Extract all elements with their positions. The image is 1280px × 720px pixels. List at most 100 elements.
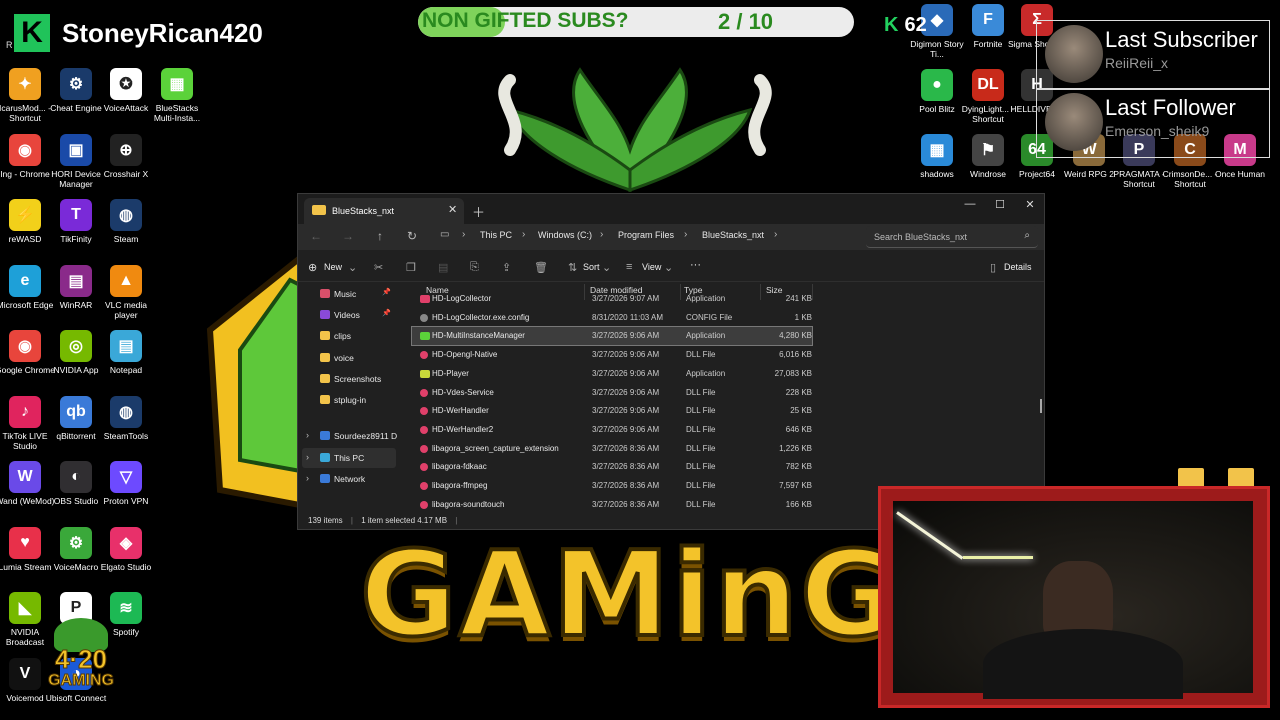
- qbittorrent-icon: qb: [60, 395, 92, 428]
- table-row[interactable]: HD-Vdes-Service 3/27/2026 9:06 AM DLL File…: [412, 384, 812, 402]
- kick-logo-icon: K: [14, 14, 50, 52]
- table-row[interactable]: HD-Opengl-Native 3/27/2026 9:06 AM DLL Fil…: [412, 346, 812, 364]
- new-tab-button[interactable]: ＋: [472, 202, 485, 221]
- breadcrumb-this-pc[interactable]: This PC: [480, 230, 512, 240]
- breadcrumb-windows-c[interactable]: Windows (C:): [538, 230, 592, 240]
- share-icon[interactable]: ⇪: [502, 261, 511, 274]
- tab-bluestacks-nxt[interactable]: BlueStacks_nxt ✕: [304, 198, 464, 224]
- folder-icon[interactable]: [1228, 468, 1254, 488]
- table-row[interactable]: HD-LogCollector.exe.config 8/31/2020 11:0…: [412, 309, 812, 327]
- desktop-shortcut-steam[interactable]: ◍ Steam: [95, 199, 157, 244]
- table-row[interactable]: HD-WerHandler2 3/27/2026 9:06 AM DLL File 6…: [412, 421, 812, 439]
- breadcrumb-bluestacks-nxt[interactable]: BlueStacks_nxt: [702, 230, 764, 240]
- table-row[interactable]: libagora-fdkaac 3/27/2026 8:36 AM DLL File…: [412, 458, 812, 476]
- delete-icon[interactable]: 🗑: [534, 261, 548, 274]
- nav-item-clips[interactable]: clips: [302, 326, 396, 346]
- folder-icon[interactable]: [1178, 468, 1204, 488]
- kick-followers: K 62: [884, 14, 927, 37]
- vlc-icon: ▲: [110, 264, 142, 297]
- file-date: 3/27/2026 8:36 AM: [592, 443, 660, 453]
- folder-icon: [320, 352, 330, 362]
- nav-item-videos[interactable]: Videos 📌: [302, 305, 396, 325]
- details-button[interactable]: Details: [1004, 262, 1032, 272]
- table-row[interactable]: libagora_screen_capture_extension 3/27/20…: [412, 440, 812, 458]
- refresh-button[interactable]: ↻: [404, 229, 420, 243]
- pin-icon: 📌: [382, 310, 391, 318]
- more-options-button[interactable]: ···: [690, 259, 701, 271]
- logo-bottom-text: GAMING: [48, 672, 115, 690]
- subs-goal-label: NON GIFTED SUBS?: [422, 9, 629, 32]
- table-row[interactable]: HD-LogCollector 3/27/2026 9:07 AM Applicat…: [412, 290, 812, 308]
- folder-icon: [312, 205, 326, 215]
- new-button[interactable]: New: [324, 262, 342, 272]
- file-type: DLL File: [686, 424, 716, 434]
- cut-icon[interactable]: ✂: [374, 261, 383, 274]
- table-row[interactable]: libagora-soundtouch 3/27/2026 8:36 AM DLL …: [412, 496, 812, 512]
- breadcrumb-program-files[interactable]: Program Files: [618, 230, 674, 240]
- back-button[interactable]: ←: [308, 229, 324, 243]
- table-row[interactable]: HD-MultiInstanceManager 3/27/2026 9:06 AM…: [411, 326, 813, 347]
- nvidia-icon: ◎: [60, 330, 92, 362]
- nav-item-network[interactable]: › Network: [302, 469, 396, 489]
- chevron-right-icon[interactable]: ›: [306, 473, 309, 483]
- icarus-icon: ✦: [9, 68, 41, 100]
- desktop-shortcut-crosshair-x[interactable]: ⊕ Crosshair X: [95, 133, 157, 179]
- file-date: 3/27/2026 8:36 AM: [592, 481, 660, 490]
- crosshair-icon: ⊕: [110, 133, 142, 166]
- desktop-shortcut-proton-vpn[interactable]: ▽ Proton VPN: [95, 461, 157, 506]
- view-button[interactable]: View: [642, 262, 661, 272]
- maximize-button[interactable]: ☐: [988, 198, 1012, 211]
- sort-button[interactable]: Sort: [583, 262, 600, 272]
- minimize-button[interactable]: —: [958, 198, 982, 210]
- nav-item-music[interactable]: Music 📌: [302, 284, 396, 304]
- chrome-icon: ◉: [9, 133, 41, 166]
- address-bar[interactable]: ▭ › This PC › Windows (C:) › Program Fil…: [432, 225, 858, 247]
- desktop-shortcut-label: Proton VPN: [103, 496, 149, 506]
- rename-icon[interactable]: ⎘: [470, 261, 479, 274]
- chevron-right-icon[interactable]: ›: [306, 452, 309, 462]
- nav-item-screenshots[interactable]: Screenshots: [302, 369, 396, 389]
- search-box[interactable]: Search BlueStacks_nxt ⌕: [866, 226, 1038, 248]
- desktop-shortcut-steamtools[interactable]: ◍ SteamTools: [95, 395, 157, 441]
- selection-info: 1 item selected 4.17 MB: [361, 516, 448, 525]
- nav-item-this-pc[interactable]: › This PC: [302, 447, 396, 468]
- desktop-shortcut-bluestacks-multi-insta[interactable]: ▦ BlueStacks Multi-Insta...: [146, 68, 208, 123]
- obs-icon: ◐: [60, 461, 92, 493]
- music-folder-icon: [320, 289, 330, 298]
- voiceattack-icon: ✪: [110, 68, 142, 100]
- column-divider[interactable]: [812, 284, 813, 300]
- file-name: libagora-fdkaac: [432, 462, 487, 472]
- close-tab-icon[interactable]: ✕: [448, 203, 457, 216]
- file-name: HD-Vdes-Service: [432, 387, 494, 397]
- brand-r-label: R: [6, 40, 13, 50]
- dll-file-icon: [420, 388, 428, 397]
- up-button[interactable]: ↑: [372, 229, 388, 243]
- nav-item-stplug-in[interactable]: stplug-in: [302, 390, 396, 410]
- dll-file-icon: [420, 482, 428, 490]
- desktop-shortcut-notepad[interactable]: ▤ Notepad: [95, 330, 157, 375]
- title-bar: BlueStacks_nxt ✕ ＋ — ☐ ✕: [298, 194, 1044, 224]
- forward-button[interactable]: →: [340, 229, 356, 243]
- plus-icon: ⊕: [308, 262, 318, 274]
- network-icon: [320, 474, 330, 483]
- table-row[interactable]: HD-WerHandler 3/27/2026 9:06 AM DLL File 25…: [412, 402, 812, 420]
- file-date: 8/31/2020 11:03 AM: [592, 312, 664, 322]
- paste-icon[interactable]: ▤: [438, 261, 448, 274]
- copy-icon[interactable]: ❐: [406, 261, 416, 274]
- search-input[interactable]: Search BlueStacks_nxt: [874, 232, 967, 242]
- chevron-right-icon[interactable]: ›: [306, 430, 309, 440]
- desktop-shortcut-vlc-media-player[interactable]: ▲ VLC media player: [95, 264, 157, 320]
- vertical-scrollbar[interactable]: [1040, 399, 1042, 413]
- close-window-button[interactable]: ✕: [1018, 198, 1042, 211]
- table-row[interactable]: HD-Player 3/27/2026 9:06 AM Application 27,…: [412, 365, 812, 383]
- dll-file-icon: [420, 500, 428, 509]
- nav-item-voice[interactable]: voice: [302, 348, 396, 368]
- nav-item-sourdeez8911-d[interactable]: › Sourdeez8911 D: [302, 426, 397, 446]
- desktop-shortcut-elgato-studio[interactable]: ◈ Elgato Studio: [95, 526, 157, 572]
- status-bar: 139 items | 1 item selected 4.17 MB |: [308, 516, 458, 525]
- table-row[interactable]: libagora-ffmpeg 3/27/2026 8:36 AM DLL File…: [412, 477, 812, 495]
- file-name: libagora-ffmpeg: [432, 481, 488, 490]
- fortnite-icon: F: [972, 4, 1004, 36]
- wand-icon: W: [9, 461, 41, 493]
- chevron-right-icon: ›: [684, 229, 688, 240]
